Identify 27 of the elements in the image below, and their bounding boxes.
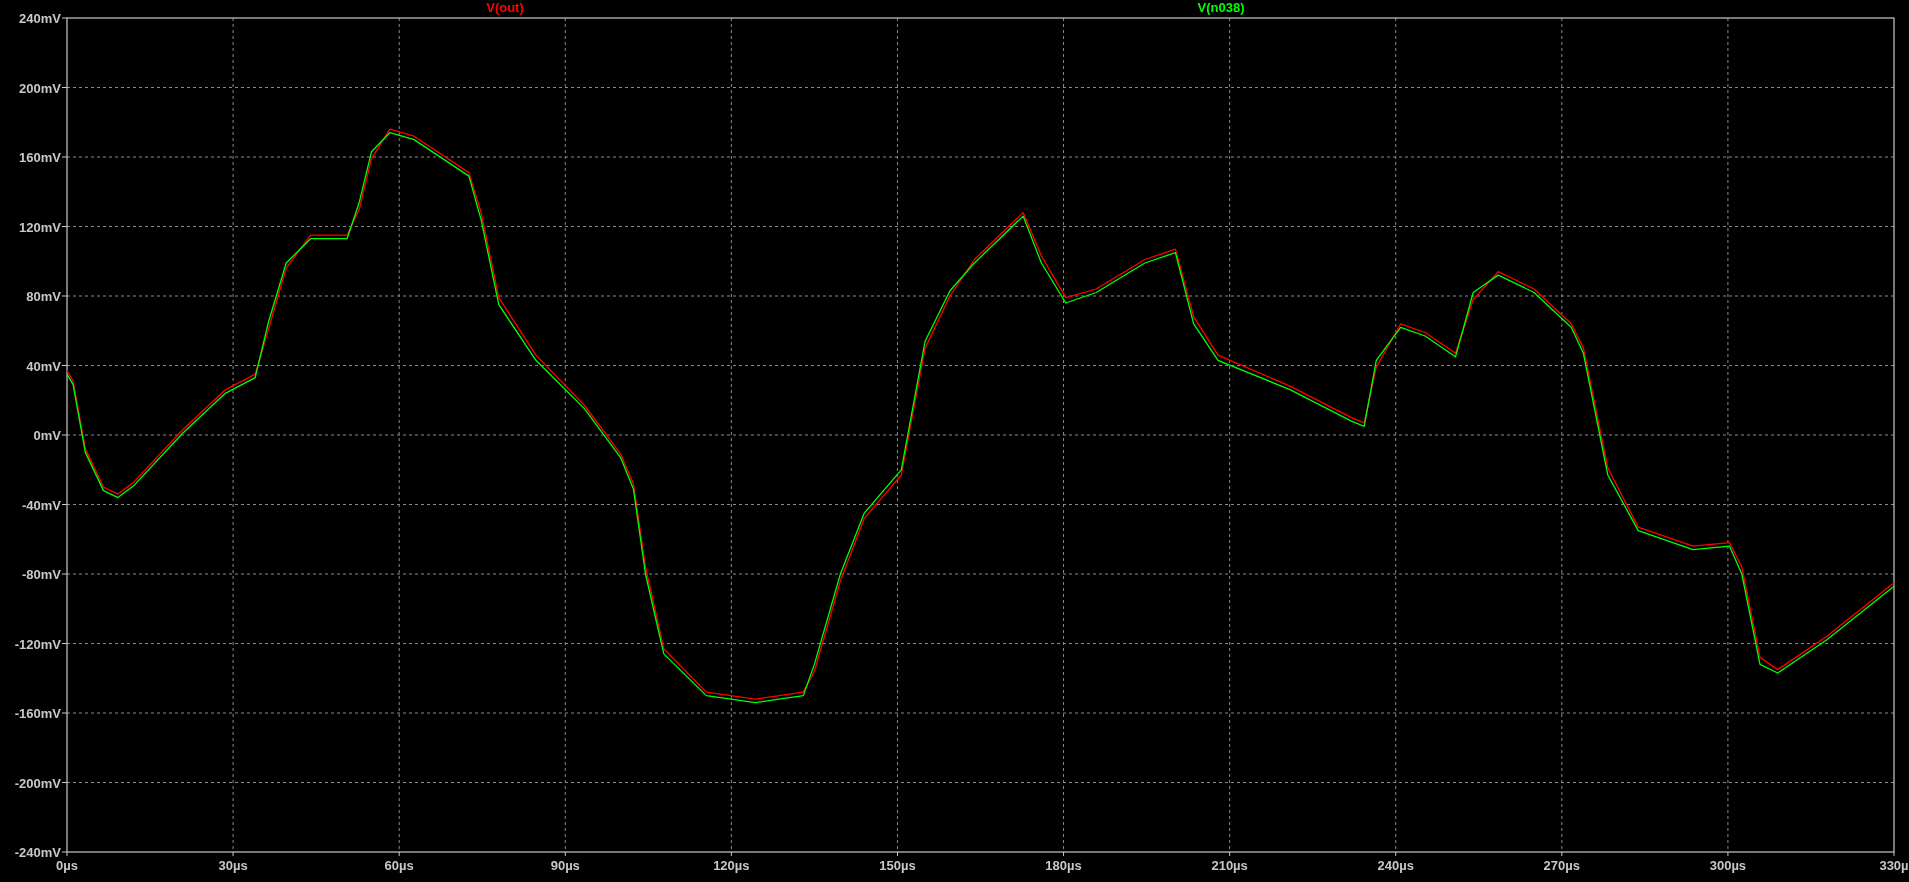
x-axis-tick-label: 240µs	[1377, 858, 1414, 873]
trace-label[interactable]: V(n038)	[1197, 0, 1245, 15]
y-axis-tick-label: 200mV	[19, 80, 61, 96]
x-axis-tick-label: 90µs	[550, 858, 580, 873]
y-axis-tick-label: 80mV	[26, 289, 61, 304]
y-axis-tick-label: -40mV	[21, 497, 61, 513]
x-axis-tick-label: 0µs	[56, 858, 78, 873]
y-axis-tick-label: -80mV	[21, 567, 61, 582]
y-axis-tick-label: 160mV	[19, 150, 61, 165]
x-axis-tick-label: 180µs	[1045, 858, 1082, 873]
y-axis-tick-label: 40mV	[26, 358, 61, 374]
x-axis-tick-label: 120µs	[713, 858, 750, 873]
y-axis-tick-label: -240mV	[14, 845, 61, 860]
y-axis-tick-label: 240mV	[19, 11, 61, 26]
y-axis-tick-label: 120mV	[19, 219, 61, 235]
x-axis-tick-label: 30µs	[218, 858, 248, 873]
y-axis-tick-label: 0mV	[33, 428, 61, 443]
x-axis-tick-label: 60µs	[384, 858, 414, 873]
trace-label[interactable]: V(out)	[486, 0, 524, 15]
x-axis-tick-label: 270µs	[1543, 858, 1581, 873]
x-axis-tick-label: 210µs	[1211, 858, 1248, 873]
y-axis-tick-label: -160mV	[14, 706, 61, 721]
x-axis-tick-label: 150µs	[879, 858, 916, 873]
y-axis-tick-label: -200mV	[14, 775, 61, 791]
x-axis-tick-label: 300µs	[1709, 858, 1747, 873]
y-axis-tick-label: -120mV	[14, 636, 61, 652]
x-axis-tick-label: 330µ	[1879, 858, 1909, 873]
